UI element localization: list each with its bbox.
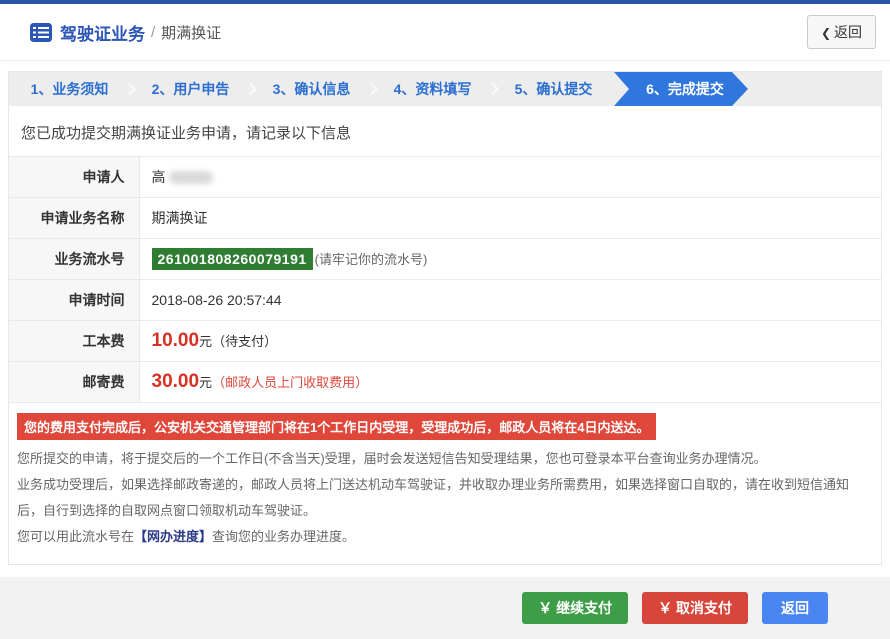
continue-payment-button[interactable]: ￥ 继续支付 [522,592,628,624]
row-value: 261001808260079191(请牢记你的流水号) [139,239,881,280]
page-title: 驾驶证业务 [60,20,145,45]
row-value: 高 [139,157,881,198]
content-panel: 1、业务须知 2、用户申告 3、确认信息 4、资料填写 5、确认提交 6、完成提… [8,71,882,565]
row-label: 申请人 [9,157,139,198]
row-label: 申请时间 [9,280,139,321]
chevron-left-icon: ❮ [821,26,831,40]
fee-status-note: （待支付） [212,334,277,349]
header-back-button[interactable]: ❮返回 [807,15,876,49]
progress-note-prefix: 您可以用此流水号在 [17,529,134,544]
applicant-name: 高 [152,169,166,185]
page-header: 驾驶证业务 / 期满换证 ❮返回 [0,4,890,61]
table-row-applicant: 申请人 高 [9,157,881,198]
step-label: 2、用户申告 [152,79,230,99]
instructions-block: 您所提交的申请，将于提交后的一个工作日(不含当天)受理，届时会发送短信告知受理结… [9,440,881,564]
serial-note: (请牢记你的流水号) [315,252,428,267]
step-label: 4、资料填写 [394,79,472,99]
fee-amount: 10.00 [152,330,200,351]
progress-note-suffix: 查询您的业务办理进度。 [212,529,355,544]
step-1-business-notice: 1、业务须知 [9,72,130,106]
row-value: 2018-08-26 20:57:44 [139,280,881,321]
breadcrumb-current: 期满换证 [161,22,221,43]
table-row-postage-fee: 邮寄费 30.00元（邮政人员上门收取费用） [9,362,881,403]
step-5-confirm-submit: 5、确认提交 [493,72,614,106]
row-value: 期满换证 [139,198,881,239]
step-label: 3、确认信息 [273,79,351,99]
row-value: 10.00元（待支付） [139,321,881,362]
step-label: 5、确认提交 [515,79,593,99]
payment-alert-banner: 您的费用支付完成后，公安机关交通管理部门将在1个工作日内受理，受理成功后，邮政人… [17,413,656,440]
application-info-table: 申请人 高 申请业务名称 期满换证 业务流水号 2610018082600791… [9,156,881,403]
return-button[interactable]: 返回 [762,592,828,624]
step-4-fill-materials: 4、资料填写 [372,72,493,106]
row-label: 邮寄费 [9,362,139,403]
step-2-user-declaration: 2、用户申告 [130,72,251,106]
step-6-complete-submit-active: 6、完成提交 [614,72,748,106]
breadcrumb-separator: / [151,24,155,41]
step-wizard: 1、业务须知 2、用户申告 3、确认信息 4、资料填写 5、确认提交 6、完成提… [9,72,881,106]
table-row-production-fee: 工本费 10.00元（待支付） [9,321,881,362]
step-label: 6、完成提交 [646,79,724,99]
row-value: 30.00元（邮政人员上门收取费用） [139,362,881,403]
postage-amount: 30.00 [152,371,200,392]
cancel-payment-button[interactable]: ￥ 取消支付 [642,592,748,624]
instruction-paragraph-1: 您所提交的申请，将于提交后的一个工作日(不含当天)受理，届时会发送短信告知受理结… [17,446,873,472]
table-row-business-name: 申请业务名称 期满换证 [9,198,881,239]
table-row-serial-number: 业务流水号 261001808260079191(请牢记你的流水号) [9,239,881,280]
instruction-paragraph-2: 业务成功受理后，如果选择邮政寄递的，邮政人员将上门送达机动车驾驶证，并收取办理业… [17,472,873,524]
progress-note: 您可以用此流水号在【网办进度】查询您的业务办理进度。 [17,524,873,550]
redacted-blur [169,171,213,184]
form-list-icon [30,23,52,42]
row-label: 工本费 [9,321,139,362]
serial-number-badge: 261001808260079191 [152,248,313,270]
success-message: 您已成功提交期满换证业务申请，请记录以下信息 [9,106,881,156]
step-label: 1、业务须知 [31,79,109,99]
fee-unit: 元 [199,334,212,349]
postage-unit: 元 [199,375,212,390]
table-row-apply-time: 申请时间 2018-08-26 20:57:44 [9,280,881,321]
postage-note: （邮政人员上门收取费用） [212,375,368,390]
row-label: 业务流水号 [9,239,139,280]
header-back-label: 返回 [834,24,862,40]
progress-menu-reference: 【网办进度】 [134,529,212,544]
footer-action-bar: ￥ 继续支付 ￥ 取消支付 返回 [0,577,890,639]
row-label: 申请业务名称 [9,198,139,239]
step-3-confirm-info: 3、确认信息 [251,72,372,106]
